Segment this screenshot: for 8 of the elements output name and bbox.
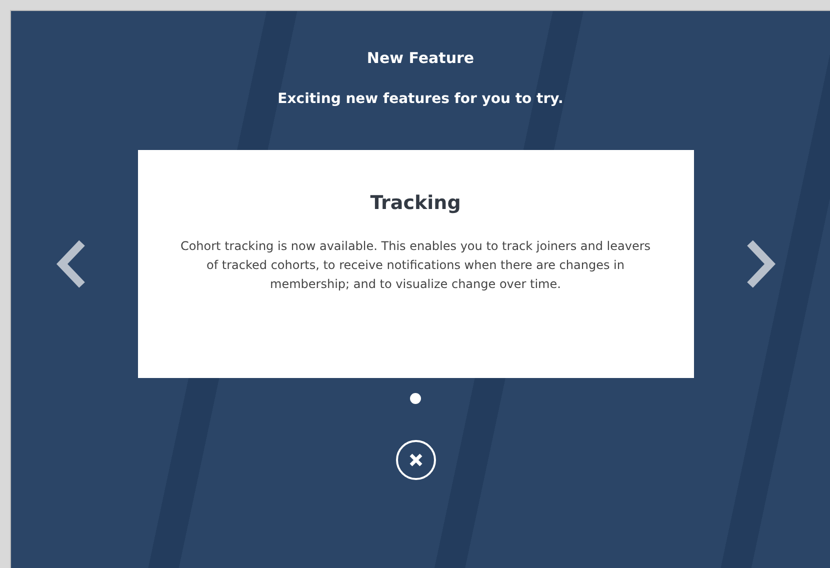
chevron-left-icon <box>54 239 88 289</box>
feature-description: Cohort tracking is now available. This enables you to track joiners and leavers of tracked cohorts, to receive notifications when there are changes in membership; and to visualize change over time. <box>180 238 652 293</box>
feature-title: Tracking <box>369 192 462 214</box>
previous-button[interactable] <box>54 239 88 289</box>
dialog-title: New Feature <box>366 49 474 67</box>
close-icon <box>408 453 422 467</box>
dialog-subtitle: Exciting new features for you to try. <box>278 91 564 107</box>
close-button[interactable] <box>396 440 436 480</box>
